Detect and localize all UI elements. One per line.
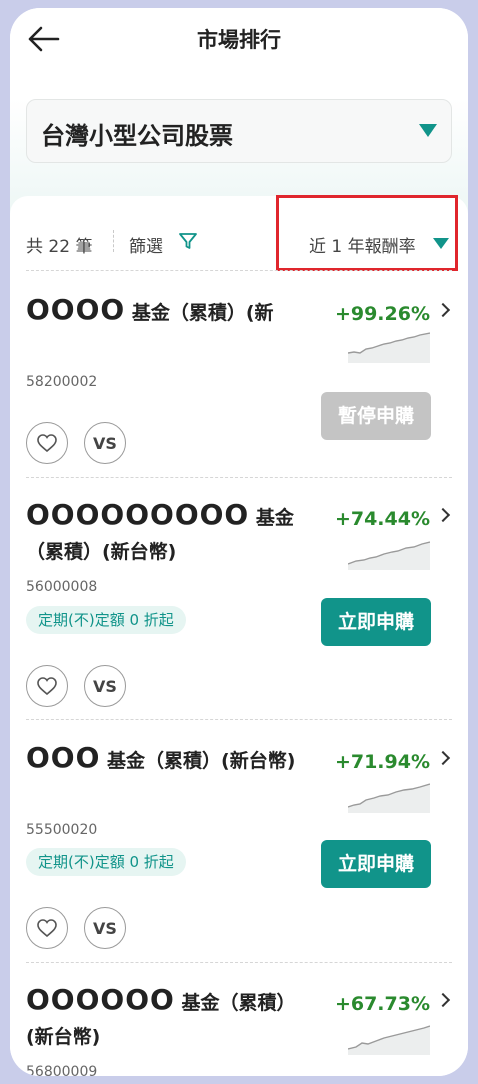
caret-down-icon [419, 124, 437, 137]
favorite-button[interactable] [26, 907, 68, 949]
divider [26, 270, 452, 271]
promo-tag: 定期(不)定額 0 折起 [26, 848, 186, 876]
fund-code: 56800009 [26, 1064, 98, 1076]
phone-screen: 市場排行 台灣小型公司股票 共 22 筆 篩選 近 1 年報酬率 OOOO 基金… [10, 8, 468, 1076]
subscribe-button[interactable]: 暫停申購 [321, 392, 431, 440]
favorite-button[interactable] [26, 665, 68, 707]
compare-button[interactable]: VS [84, 907, 126, 949]
page-title: 市場排行 [197, 28, 281, 52]
compare-button[interactable]: VS [84, 665, 126, 707]
compare-label: VS [93, 677, 117, 696]
heart-icon [37, 434, 57, 452]
heart-icon [37, 677, 57, 695]
category-select[interactable]: 台灣小型公司股票 [26, 99, 452, 163]
compare-label: VS [93, 434, 117, 453]
fund-code: 55500020 [26, 822, 98, 838]
sort-highlight-box [276, 195, 458, 271]
subscribe-button[interactable]: 立即申購 [321, 840, 431, 888]
filter-button[interactable]: 篩選 [129, 232, 163, 257]
fund-return: +99.26% [334, 303, 430, 325]
category-select-value: 台灣小型公司股票 [41, 122, 233, 150]
promo-tag: 定期(不)定額 0 折起 [26, 606, 186, 634]
subscribe-button[interactable]: 立即申購 [321, 598, 431, 646]
result-count: 共 22 筆 [26, 237, 93, 257]
fund-return: +71.94% [334, 751, 430, 773]
fund-return: +67.73% [334, 993, 430, 1015]
fund-code: 58200002 [26, 374, 98, 390]
sparkline-chart [348, 541, 430, 570]
fund-code: 56000008 [26, 579, 98, 595]
compare-label: VS [93, 919, 117, 938]
fund-return: +74.44% [334, 508, 430, 530]
sparkline-chart [348, 332, 430, 363]
sparkline-chart [348, 1025, 430, 1055]
favorite-button[interactable] [26, 422, 68, 464]
filter-funnel-icon[interactable] [178, 231, 198, 251]
divider [26, 719, 452, 720]
divider [26, 477, 452, 478]
heart-icon [37, 919, 57, 937]
filter-separator [113, 230, 114, 252]
divider [26, 962, 452, 963]
compare-button[interactable]: VS [84, 422, 126, 464]
fund-name: OOO 基金（累積）(新台幣) [26, 741, 296, 774]
sparkline-chart [348, 783, 430, 813]
fund-name: OOOO 基金（累積）(新 [26, 293, 274, 326]
app-header: 市場排行 [10, 8, 468, 72]
fund-name: OOOOOO 基金（累積）(新台幣) [26, 983, 296, 1048]
fund-name: OOOOOOOOO 基金（累積）(新台幣) [26, 498, 294, 563]
